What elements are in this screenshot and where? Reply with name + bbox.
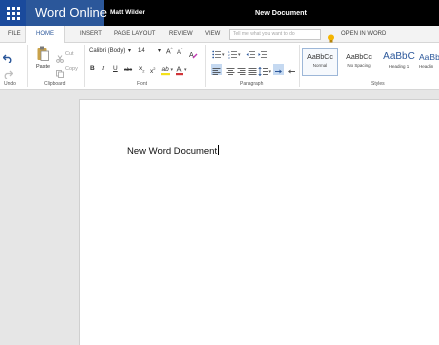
font-size-select[interactable]: 14 bbox=[138, 48, 145, 54]
app-launcher-waffle-icon[interactable] bbox=[0, 0, 26, 26]
style-heading-2-sample: AaBb bbox=[419, 52, 439, 62]
align-left-icon[interactable] bbox=[211, 64, 222, 75]
tab-file[interactable]: FILE bbox=[8, 26, 21, 43]
shrink-font-icon[interactable]: Aˇ bbox=[177, 47, 182, 56]
svg-text:ab: ab bbox=[162, 66, 170, 73]
left-to-right-icon[interactable] bbox=[273, 64, 284, 75]
svg-text:▾: ▾ bbox=[238, 52, 241, 58]
highlight-color-icon[interactable]: ab ▾ bbox=[161, 63, 174, 81]
style-heading-1-sample: AaBbC bbox=[383, 51, 415, 62]
document-page[interactable] bbox=[79, 99, 439, 345]
font-size-dropdown-icon[interactable]: ▾ bbox=[158, 47, 161, 54]
paste-icon[interactable] bbox=[37, 46, 49, 66]
style-heading-2[interactable]: AaBb Headin bbox=[419, 48, 439, 76]
line-spacing-icon[interactable]: ▾ bbox=[258, 64, 272, 82]
style-heading-1-name: Heading 1 bbox=[388, 64, 410, 69]
subscript-icon[interactable]: x2 bbox=[139, 65, 144, 75]
clipboard-group-label: Clipboard bbox=[44, 81, 66, 87]
paragraph-group-label: Paragraph bbox=[240, 81, 264, 87]
paste-button[interactable]: Paste bbox=[36, 64, 50, 70]
style-no-spacing-name: No Spacing bbox=[347, 63, 371, 68]
align-center-icon[interactable] bbox=[225, 64, 236, 82]
font-name-dropdown-icon[interactable]: ▾ bbox=[128, 47, 131, 54]
align-right-icon[interactable] bbox=[236, 64, 247, 82]
tell-me-input[interactable]: Tell me what you want to do bbox=[229, 29, 321, 40]
superscript-icon[interactable]: x2 bbox=[150, 65, 155, 76]
right-to-left-icon[interactable] bbox=[286, 64, 297, 82]
user-name[interactable]: Matt Wilder bbox=[110, 0, 145, 26]
app-bar: Word Online Matt Wilder New Document bbox=[0, 0, 439, 26]
svg-text:▾: ▾ bbox=[184, 67, 187, 73]
style-normal-sample: AaBbCc bbox=[307, 54, 333, 61]
lightbulb-icon[interactable] bbox=[327, 30, 335, 43]
ribbon-tabs: FILE HOME INSERT PAGE LAYOUT REVIEW VIEW… bbox=[0, 26, 439, 44]
style-heading-1[interactable]: AaBbC Heading 1 bbox=[381, 48, 417, 76]
text-cursor bbox=[218, 145, 220, 155]
styles-group-label: Styles bbox=[371, 81, 385, 87]
cut-button[interactable]: Cut bbox=[65, 51, 74, 57]
italic-icon[interactable]: I bbox=[102, 65, 104, 73]
tab-view[interactable]: VIEW bbox=[205, 26, 220, 43]
canvas-margin bbox=[0, 91, 79, 345]
svg-text:▾: ▾ bbox=[171, 67, 174, 73]
font-group-label: Font bbox=[137, 81, 148, 87]
font-color-icon[interactable]: A ▾ bbox=[176, 63, 188, 81]
style-normal[interactable]: AaBbCc Normal bbox=[302, 48, 338, 76]
ribbon: Undo Paste Cut Copy Clipboard Calibri (B… bbox=[0, 43, 439, 90]
svg-text:▾: ▾ bbox=[269, 69, 272, 75]
bold-icon[interactable]: B bbox=[90, 65, 95, 73]
numbering-icon[interactable]: 1 2 3 ▾ bbox=[228, 46, 242, 64]
style-normal-name: Normal bbox=[312, 63, 328, 68]
underline-icon[interactable]: U bbox=[113, 65, 118, 73]
decrease-indent-icon[interactable] bbox=[246, 46, 255, 64]
style-no-spacing-sample: AaBbCc bbox=[346, 54, 372, 61]
document-title[interactable]: New Document bbox=[255, 0, 307, 26]
clear-formatting-icon[interactable]: A bbox=[189, 46, 198, 64]
justify-icon[interactable] bbox=[247, 64, 258, 82]
divider bbox=[299, 45, 300, 87]
tell-me-placeholder: Tell me what you want to do bbox=[233, 31, 295, 37]
open-in-word-button[interactable]: OPEN IN WORD bbox=[341, 26, 386, 43]
document-text: New Word Document bbox=[127, 146, 218, 157]
tab-insert[interactable]: INSERT bbox=[80, 26, 102, 43]
document-body-text[interactable]: New Word Document bbox=[127, 145, 220, 157]
tab-review[interactable]: REVIEW bbox=[169, 26, 193, 43]
style-heading-2-name: Headin bbox=[419, 64, 434, 69]
divider bbox=[205, 45, 206, 87]
app-name[interactable]: Word Online bbox=[26, 0, 107, 26]
tab-page-layout[interactable]: PAGE LAYOUT bbox=[114, 26, 155, 43]
svg-text:A: A bbox=[177, 65, 182, 74]
undo-group-label: Undo bbox=[4, 81, 16, 87]
grow-font-icon[interactable]: A^ bbox=[166, 46, 173, 55]
bullets-icon[interactable]: ▾ bbox=[212, 46, 226, 64]
font-name-select[interactable]: Calibri (Body) bbox=[89, 48, 125, 54]
style-no-spacing[interactable]: AaBbCc No Spacing bbox=[341, 48, 377, 76]
copy-button[interactable]: Copy bbox=[65, 66, 78, 72]
strikethrough-icon[interactable]: abc bbox=[124, 66, 132, 74]
divider bbox=[84, 45, 85, 87]
divider bbox=[27, 45, 28, 87]
svg-text:3: 3 bbox=[228, 56, 230, 59]
increase-indent-icon[interactable] bbox=[258, 46, 267, 64]
tab-home[interactable]: HOME bbox=[25, 26, 65, 44]
svg-text:▾: ▾ bbox=[222, 52, 225, 58]
